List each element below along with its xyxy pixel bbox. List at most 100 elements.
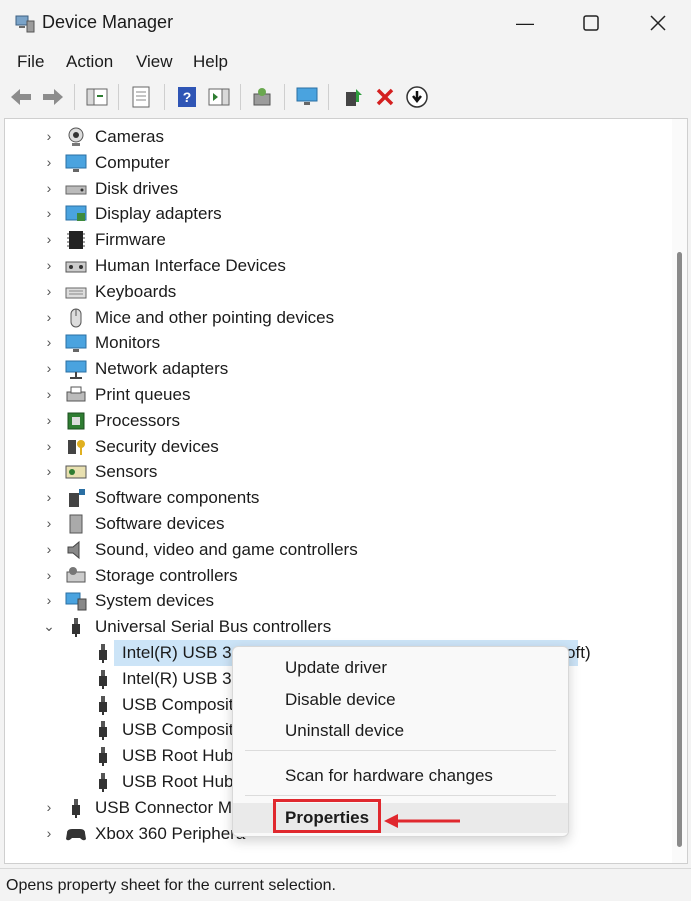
chevron-right-icon[interactable]: › xyxy=(42,798,56,816)
chevron-right-icon[interactable]: › xyxy=(42,153,56,171)
chevron-right-icon[interactable]: › xyxy=(42,824,56,842)
maximize-button[interactable] xyxy=(560,0,622,46)
chevron-right-icon[interactable]: › xyxy=(42,540,56,558)
category-row[interactable]: › System devices xyxy=(5,588,665,614)
device-label: Security devices xyxy=(95,436,219,456)
category-row[interactable]: ⌄ Universal Serial Bus controllers xyxy=(5,614,665,640)
monitor-icon xyxy=(65,334,87,353)
device-label: Computer xyxy=(95,152,170,172)
window-title: Device Manager xyxy=(42,12,174,32)
action-pane-icon xyxy=(208,88,230,106)
help-book-icon: ? xyxy=(178,87,196,107)
uninstall-device-menu-item[interactable]: Uninstall device xyxy=(233,716,568,746)
enable-device-toolbar-button[interactable] xyxy=(404,84,430,110)
category-row[interactable]: › Display adapters xyxy=(5,201,665,227)
status-text: Opens property sheet for the current sel… xyxy=(6,877,336,894)
update-driver-menu-item[interactable]: Update driver xyxy=(233,653,568,683)
chevron-right-icon[interactable]: › xyxy=(42,385,56,403)
properties-toolbar-button[interactable] xyxy=(128,84,154,110)
category-row[interactable]: › Disk drives xyxy=(5,176,665,202)
chevron-right-icon[interactable]: › xyxy=(42,179,56,197)
category-row[interactable]: › Security devices xyxy=(5,434,665,460)
disk-drive-icon xyxy=(65,185,87,195)
device-label: USB Root Hub xyxy=(122,746,234,766)
category-row[interactable]: › Sound, video and game controllers xyxy=(5,537,665,563)
highlight-box xyxy=(273,799,381,833)
svg-text:?: ? xyxy=(183,89,192,105)
help-button[interactable]: ? xyxy=(174,84,200,110)
camera-icon xyxy=(68,127,84,146)
forward-button[interactable] xyxy=(40,84,66,110)
menu-file[interactable]: File xyxy=(17,52,44,72)
disable-device-menu-item[interactable]: Disable device xyxy=(233,685,568,715)
category-row[interactable]: › Software devices xyxy=(5,511,665,537)
usb-icon xyxy=(99,695,107,715)
scan-hardware-menu-item[interactable]: Scan for hardware changes xyxy=(233,761,568,791)
update-driver-toolbar-button[interactable] xyxy=(340,84,366,110)
close-button[interactable] xyxy=(627,0,689,46)
device-label: Universal Serial Bus controllers xyxy=(95,617,332,637)
category-row[interactable]: › Computer xyxy=(5,150,665,176)
chevron-right-icon[interactable]: › xyxy=(42,282,56,300)
menu-view[interactable]: View xyxy=(136,52,173,72)
back-arrow-icon xyxy=(11,89,31,105)
chevron-right-icon[interactable]: › xyxy=(42,488,56,506)
category-row[interactable]: › Network adapters xyxy=(5,356,665,382)
category-row[interactable]: › Processors xyxy=(5,408,665,434)
monitor-toolbar-button[interactable] xyxy=(294,84,320,110)
chevron-down-icon[interactable]: ⌄ xyxy=(42,617,56,635)
category-row[interactable]: › Cameras xyxy=(5,124,665,150)
category-row[interactable]: › Keyboards xyxy=(5,279,665,305)
scan-hardware-toolbar-button[interactable] xyxy=(250,84,276,110)
category-row[interactable]: › Mice and other pointing devices xyxy=(5,305,665,331)
category-row[interactable]: › Sensors xyxy=(5,459,665,485)
red-pointer-arrow-icon xyxy=(384,814,460,828)
back-button[interactable] xyxy=(8,84,34,110)
minimize-button[interactable]: — xyxy=(494,0,556,46)
gamepad-icon xyxy=(66,828,86,840)
category-row[interactable]: › Human Interface Devices xyxy=(5,253,665,279)
chevron-right-icon[interactable]: › xyxy=(42,230,56,248)
download-circle-icon xyxy=(406,86,428,108)
menu-help[interactable]: Help xyxy=(193,52,228,72)
chevron-right-icon[interactable]: › xyxy=(42,308,56,326)
processor-icon xyxy=(67,412,85,430)
show-hide-console-tree-button[interactable] xyxy=(84,84,110,110)
show-hide-action-pane-button[interactable] xyxy=(206,84,232,110)
chevron-right-icon[interactable]: › xyxy=(42,204,56,222)
security-device-icon xyxy=(68,439,85,455)
chevron-right-icon[interactable]: › xyxy=(42,359,56,377)
chevron-right-icon[interactable]: › xyxy=(42,566,56,584)
chevron-right-icon[interactable]: › xyxy=(42,514,56,532)
scan-hardware-icon xyxy=(253,88,271,106)
device-label: System devices xyxy=(95,591,215,611)
display-adapter-icon xyxy=(65,205,87,222)
chevron-right-icon[interactable]: › xyxy=(42,411,56,429)
uninstall-toolbar-button[interactable] xyxy=(372,84,398,110)
chevron-right-icon[interactable]: › xyxy=(42,462,56,480)
chevron-right-icon[interactable]: › xyxy=(42,591,56,609)
vertical-scrollbar[interactable] xyxy=(672,119,687,863)
category-row[interactable]: › Monitors xyxy=(5,330,665,356)
category-row[interactable]: › Firmware xyxy=(5,227,665,253)
category-row[interactable]: › Storage controllers xyxy=(5,563,665,589)
device-label: Firmware xyxy=(95,230,166,250)
device-label: Human Interface Devices xyxy=(95,256,286,275)
device-label: USB Connector Ma xyxy=(95,797,242,817)
category-row[interactable]: › Software components xyxy=(5,485,665,511)
usb-icon xyxy=(99,644,107,663)
console-tree-icon xyxy=(86,88,108,106)
chevron-right-icon[interactable]: › xyxy=(42,333,56,351)
context-menu: Update driver Disable device Uninstall d… xyxy=(232,646,569,837)
chevron-right-icon[interactable]: › xyxy=(42,127,56,145)
device-label: Storage controllers xyxy=(95,565,238,585)
device-label: Network adapters xyxy=(95,359,229,379)
hid-icon xyxy=(65,261,87,273)
scrollbar-thumb[interactable] xyxy=(677,252,682,847)
chevron-right-icon[interactable]: › xyxy=(42,437,56,455)
menu-divider xyxy=(245,750,556,751)
device-label: Monitors xyxy=(95,333,161,353)
menu-action[interactable]: Action xyxy=(66,52,113,72)
chevron-right-icon[interactable]: › xyxy=(42,256,56,274)
category-row[interactable]: › Print queues xyxy=(5,382,665,408)
